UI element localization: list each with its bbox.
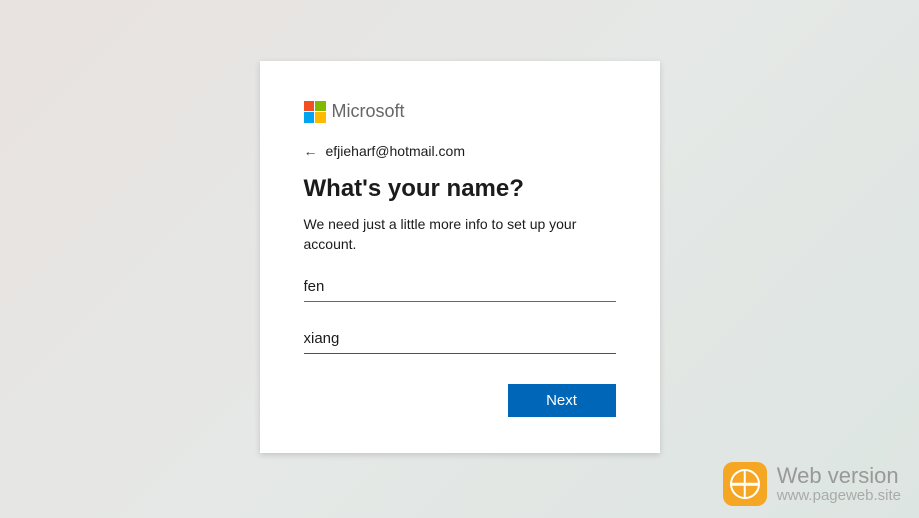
signup-card: Microsoft ← efjieharf@hotmail.com What's… [260, 61, 660, 453]
back-arrow-icon: ← [304, 143, 318, 159]
watermark-url: www.pageweb.site [777, 488, 901, 505]
brand-row: Microsoft [304, 101, 616, 123]
first-name-input[interactable] [304, 272, 616, 302]
back-link[interactable]: ← efjieharf@hotmail.com [304, 143, 616, 159]
watermark: Web version www.pageweb.site [723, 462, 901, 506]
identity-email: efjieharf@hotmail.com [326, 143, 466, 159]
page-subtitle: We need just a little more info to set u… [304, 215, 604, 254]
button-row: Next [304, 384, 616, 417]
last-name-input[interactable] [304, 324, 616, 354]
page-title: What's your name? [304, 175, 616, 203]
watermark-title: Web version [777, 464, 901, 488]
globe-icon [723, 462, 767, 506]
watermark-text: Web version www.pageweb.site [777, 464, 901, 505]
next-button[interactable]: Next [508, 384, 616, 417]
brand-label: Microsoft [332, 101, 405, 122]
microsoft-logo-icon [304, 101, 326, 123]
